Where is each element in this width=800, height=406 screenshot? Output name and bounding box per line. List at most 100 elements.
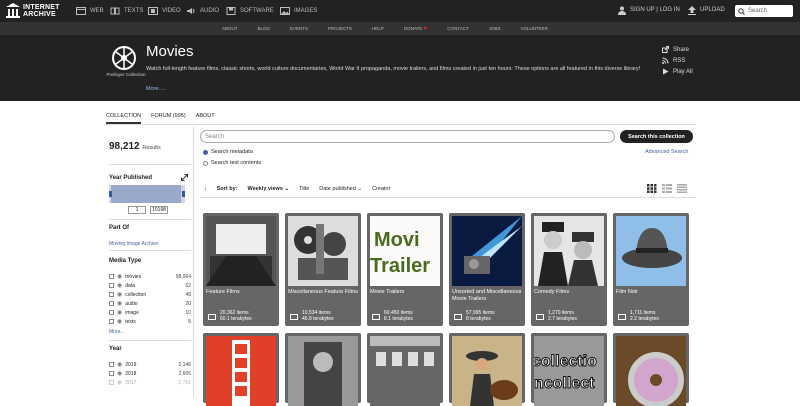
signup-login-link[interactable]: SIGN UP | LOG IN (630, 7, 680, 13)
upload-link[interactable]: UPLOAD (700, 7, 725, 13)
subnav-help[interactable]: HELP (372, 26, 384, 31)
facet-media-collection[interactable]: ◉ collection 48 (109, 290, 191, 299)
tile-unsorted-trailers[interactable]: Unsorted and Miscellaneous Movie Trailer… (449, 213, 525, 326)
checkbox[interactable] (109, 274, 114, 279)
subnav-contact[interactable]: CONTACT (447, 26, 468, 31)
nav-images[interactable]: IMAGES (280, 0, 317, 22)
checkbox[interactable] (109, 292, 114, 297)
checkbox[interactable] (109, 380, 114, 385)
internet-archive-logo-icon[interactable] (6, 3, 20, 18)
tile-feature-films[interactable]: Feature Films 20,362 items 60.1 terabytes (203, 213, 279, 326)
sidebar-divider (109, 340, 191, 341)
tile-misc-feature-films[interactable]: Miscellaneous Feature Films 10,534 items… (285, 213, 361, 326)
year-from-input[interactable]: 1 (128, 206, 146, 214)
part-of-link[interactable]: Moving Image Archive (109, 241, 158, 247)
facet-year-2018[interactable]: ◉ 2018 2,665 (109, 369, 191, 378)
subnav-projects[interactable]: PROJECTS (328, 26, 352, 31)
upload-icon[interactable] (688, 6, 696, 15)
facet-sidebar: 98,212 Results Year Published 1 10198 Pa… (106, 126, 194, 397)
facet-media-audio[interactable]: ◉ audio 20 (109, 299, 191, 308)
sort-creator[interactable]: Creator (372, 186, 390, 192)
eye-icon[interactable]: ◉ (117, 309, 122, 316)
eye-icon[interactable]: ◉ (117, 282, 122, 289)
year-histogram[interactable] (109, 185, 185, 203)
subnav-donate[interactable]: DONATE ❤ (404, 26, 427, 32)
collection-search-input[interactable]: Search (200, 130, 615, 143)
tile-thumbnail (206, 216, 276, 286)
checkbox[interactable] (109, 362, 114, 367)
sort-date-published[interactable]: Date published ⌄ (319, 186, 362, 192)
tile-stats: 20,362 items 60.1 terabytes (206, 310, 276, 324)
checkbox[interactable] (109, 319, 114, 324)
nav-audio[interactable]: AUDIO (186, 0, 219, 22)
search-collection-button[interactable]: Search this collection (620, 130, 693, 143)
eye-icon[interactable]: ◉ (117, 273, 122, 280)
description-more-link[interactable]: More..... (146, 86, 166, 92)
radio-selected-icon (203, 149, 208, 155)
tile-row2-3[interactable] (367, 333, 443, 406)
internet-archive-logo-text[interactable]: INTERNET ARCHIVE (23, 4, 60, 18)
share-action[interactable]: Share (662, 46, 689, 53)
nav-software[interactable]: SOFTWARE (226, 0, 274, 22)
share-icon (662, 46, 669, 53)
histogram-right-handle[interactable] (182, 191, 185, 197)
eye-icon[interactable]: ◉ (117, 361, 122, 368)
tile-film-noir[interactable]: Film Noir 1,711 items 2.2 terabytes (613, 213, 689, 326)
nav-web[interactable]: WEB (76, 0, 104, 22)
eye-icon[interactable]: ◉ (117, 379, 122, 386)
facet-media-data[interactable]: ◉ data 52 (109, 281, 191, 290)
histogram-left-handle[interactable] (109, 191, 112, 197)
checkbox[interactable] (109, 301, 114, 306)
subnav-jobs[interactable]: JOBS (489, 26, 501, 31)
facet-year-2017[interactable]: ◉ 2017 2,781 (109, 378, 191, 387)
facet-count: 2,665 (178, 370, 191, 377)
facet-year-2019[interactable]: ◉ 2019 2,146 (109, 360, 191, 369)
search-text-radio[interactable]: Search text contents (203, 160, 261, 166)
expand-icon[interactable] (181, 174, 188, 181)
advanced-search-link[interactable]: Advanced Search (645, 149, 688, 155)
subnav-blog[interactable]: BLOG (258, 26, 271, 31)
eye-icon[interactable]: ◉ (117, 370, 122, 377)
tile-row2-5[interactable]: collectio ncollect (531, 333, 607, 406)
checkbox[interactable] (109, 310, 114, 315)
top-search-input[interactable]: Search (735, 5, 793, 17)
tab-forum[interactable]: FORUM (995) (151, 113, 186, 124)
tab-about[interactable]: ABOUT (196, 113, 215, 124)
facet-media-texts[interactable]: ◉ texts 8 (109, 317, 191, 326)
nav-video[interactable]: VIDEO (148, 0, 181, 22)
svg-text:Trailer: Trailer (370, 255, 430, 277)
book-icon (110, 7, 120, 15)
eye-icon[interactable]: ◉ (117, 300, 122, 307)
year-to-input[interactable]: 10198 (150, 206, 168, 214)
subnav-volunteer[interactable]: VOLUNTEER (520, 26, 548, 31)
compact-view-icon[interactable] (677, 184, 687, 193)
grid-view-icon[interactable] (647, 184, 657, 193)
tile-row2-1[interactable] (203, 333, 279, 406)
tile-comedy-films[interactable]: Comedy Films 1,270 items 2.7 terabytes (531, 213, 607, 326)
search-metadata-radio[interactable]: Search metadata (203, 149, 253, 155)
sort-title[interactable]: Title (299, 186, 309, 192)
sort-weekly-views[interactable]: Weekly views ⌄ (248, 186, 290, 192)
user-icon[interactable] (618, 6, 626, 15)
facet-label: texts (125, 318, 136, 325)
play-all-action[interactable]: Play All (662, 68, 693, 75)
list-view-icon[interactable] (662, 184, 672, 193)
subnav-events[interactable]: EVENTS (290, 26, 308, 31)
facet-media-movies[interactable]: ◉ movies 98,064 (109, 272, 191, 281)
logo-line-2: ARCHIVE (23, 11, 56, 18)
tile-row2-2[interactable] (285, 333, 361, 406)
tile-row2-4[interactable] (449, 333, 525, 406)
eye-icon[interactable]: ◉ (117, 291, 122, 298)
tab-collection[interactable]: COLLECTION (106, 113, 142, 124)
tile-movie-trailers[interactable]: Movi Trailer Movie Trailers 60,450 items 8… (367, 213, 443, 326)
subnav-about[interactable]: ABOUT (222, 26, 238, 31)
eye-icon[interactable]: ◉ (117, 318, 122, 325)
rss-action[interactable]: RSS (662, 57, 685, 64)
tile-row2-6[interactable] (613, 333, 689, 406)
checkbox[interactable] (109, 283, 114, 288)
media-type-more-link[interactable]: More... (109, 329, 125, 335)
sidebar-divider (109, 219, 191, 220)
checkbox[interactable] (109, 371, 114, 376)
facet-media-image[interactable]: ◉ image 10 (109, 308, 191, 317)
nav-texts[interactable]: TEXTS (110, 0, 143, 22)
